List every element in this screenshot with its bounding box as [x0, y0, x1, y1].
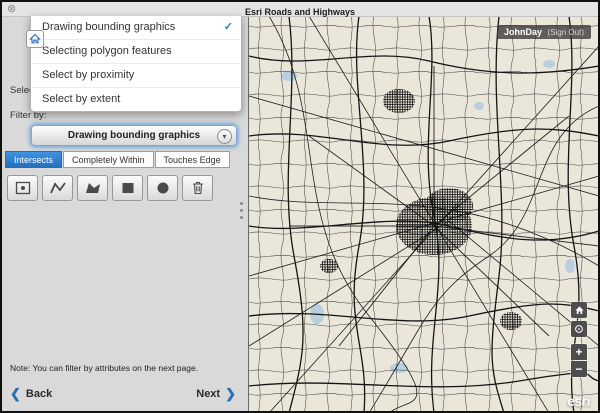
- rectangle-icon: [119, 180, 137, 196]
- chevron-right-icon: ❯: [225, 386, 236, 402]
- selected-method-value: Drawing bounding graphics: [68, 130, 200, 141]
- map-area[interactable]: JohnDay (Sign Out) + − esri: [248, 16, 598, 411]
- next-button[interactable]: Next ❯: [196, 386, 236, 402]
- trash-icon: [190, 180, 206, 196]
- menu-item-drawing-bounding-graphics[interactable]: Drawing bounding graphics ✓: [31, 16, 241, 40]
- chevron-left-icon: ❮: [10, 386, 21, 402]
- window-title: Esri Roads and Highways: [245, 7, 355, 17]
- selection-method-select[interactable]: Drawing bounding graphics ▾: [31, 125, 237, 146]
- map-roads: [249, 16, 598, 411]
- user-name: JohnDay: [504, 27, 542, 37]
- user-badge: JohnDay (Sign Out): [497, 25, 591, 39]
- select-point-tool-button[interactable]: [7, 175, 38, 201]
- app-window: ⊗ Esri Roads and Highways Select feature…: [0, 0, 600, 413]
- tab-intersects[interactable]: Intersects: [5, 151, 62, 168]
- map-locate-button[interactable]: [571, 321, 587, 337]
- menu-item-label: Select by extent: [42, 93, 120, 105]
- esri-logo: esri: [567, 393, 590, 409]
- circle-icon: [154, 180, 172, 196]
- back-label: Back: [26, 388, 52, 400]
- polyline-icon: [49, 180, 67, 196]
- home-icon: [29, 33, 41, 45]
- tab-touches-edge[interactable]: Touches Edge: [155, 151, 230, 168]
- check-icon: ✓: [224, 16, 233, 39]
- chevron-down-icon: ▾: [217, 129, 232, 144]
- home-icon: [574, 305, 585, 316]
- handle-dot: [240, 216, 243, 219]
- rectangle-tool-button[interactable]: [112, 175, 143, 201]
- spatial-relation-tabs: Intersects Completely Within Touches Edg…: [5, 151, 231, 168]
- zoom-in-button[interactable]: +: [571, 344, 587, 360]
- back-button[interactable]: ❮ Back: [10, 386, 52, 402]
- handle-dot: [240, 209, 243, 212]
- trash-tool-button[interactable]: [182, 175, 213, 201]
- polygon-tool-button[interactable]: [77, 175, 108, 201]
- handle-dot: [240, 202, 243, 205]
- select-point-icon: [14, 180, 32, 196]
- menu-item-select-by-extent[interactable]: Select by extent: [31, 88, 241, 111]
- menu-item-label: Drawing bounding graphics: [42, 21, 175, 33]
- zoom-out-button[interactable]: −: [571, 361, 587, 377]
- menu-item-label: Selecting polygon features: [42, 45, 172, 57]
- selection-method-menu: Drawing bounding graphics ✓ Selecting po…: [30, 16, 242, 112]
- next-label: Next: [196, 388, 220, 400]
- menu-item-select-by-proximity[interactable]: Select by proximity: [31, 64, 241, 88]
- polygon-icon: [84, 180, 102, 196]
- panel-resize-handle[interactable]: [238, 200, 245, 221]
- widget-home-button[interactable]: [26, 30, 44, 48]
- note-text: Note: You can filter by attributes on th…: [10, 363, 242, 373]
- circle-tool-button[interactable]: [147, 175, 178, 201]
- draw-toolbar: [7, 175, 213, 201]
- map-home-button[interactable]: [571, 302, 587, 318]
- menu-item-label: Select by proximity: [42, 69, 134, 81]
- polyline-tool-button[interactable]: [42, 175, 73, 201]
- target-icon: [573, 323, 585, 335]
- sign-out-link[interactable]: (Sign Out): [548, 28, 584, 37]
- menu-item-selecting-polygon-features[interactable]: Selecting polygon features: [31, 40, 241, 64]
- title-bar: ⊗ Esri Roads and Highways: [2, 2, 598, 17]
- tab-completely-within[interactable]: Completely Within: [63, 151, 154, 168]
- close-icon[interactable]: ⊗: [7, 2, 16, 16]
